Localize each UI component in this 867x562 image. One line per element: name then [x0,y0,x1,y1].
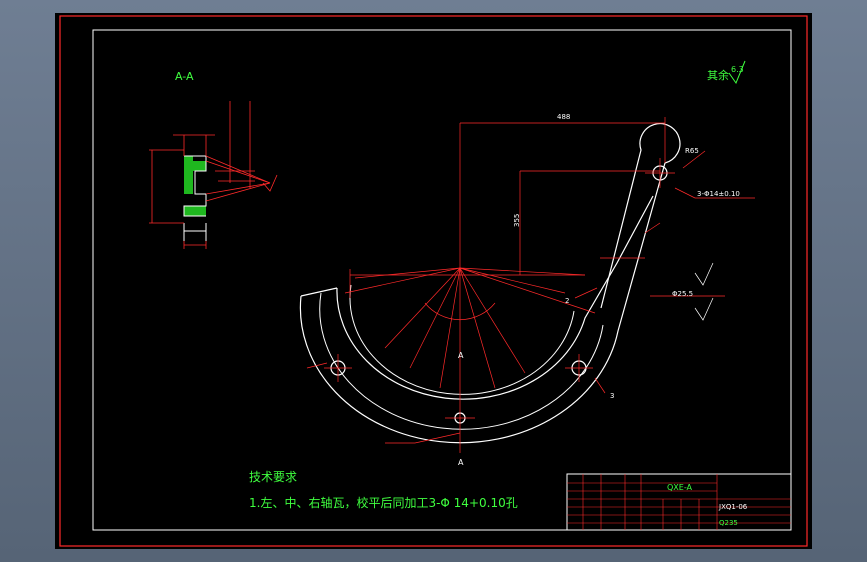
material: Q235 [719,519,738,527]
bracket-outline [299,123,681,444]
dim-phi-hole: 3-Φ14±0.10 [697,190,740,198]
drawing-number: JXQ1-06 [718,503,748,511]
dim-355: 355 [513,214,521,227]
section-mark-bottom: A [458,458,464,467]
section-view: A-A [149,70,278,249]
radial-dimensions [306,117,755,444]
drawing-sheet: A-A 其余 6.3 488 355 R65 Φ25.5 3-Φ14±0.10 … [55,13,812,549]
section-title: A-A [175,70,194,83]
section-dimensions [149,101,278,249]
roughness-label: 其余 [707,68,729,82]
outer-frame [59,15,808,547]
tech-req-title: 技术要求 [249,470,297,484]
part-code: QXE-A [667,483,693,492]
dim-488: 488 [557,113,570,121]
dimension-labels: 488 355 R65 Φ25.5 3-Φ14±0.10 2 3 [513,113,740,400]
tech-req-line1: 1.左、中、右轴瓦，校平后同加工3-Φ 14+0.10孔 [249,495,518,510]
dim-phi: Φ25.5 [672,290,693,298]
section-hatch [183,155,207,241]
dim-3: 3 [610,392,614,400]
dim-r65: R65 [685,147,699,155]
dim-2: 2 [565,297,569,305]
inner-frame [92,29,792,531]
roughness-note: 其余 6.3 [707,60,746,85]
centre-lines [324,123,675,453]
cad-drawing: A-A 其余 6.3 488 355 R65 Φ25.5 3-Φ14±0.10 … [59,15,808,547]
title-block: QXE-A JXQ1-06 Q235 [566,473,792,531]
tech-requirements: 技术要求 1.左、中、右轴瓦，校平后同加工3-Φ 14+0.10孔 [249,470,518,510]
section-mark-top: A [458,351,464,360]
